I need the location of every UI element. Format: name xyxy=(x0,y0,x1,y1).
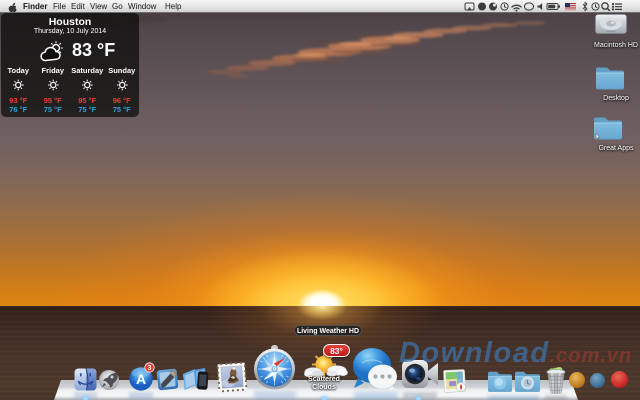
svg-text:3: 3 xyxy=(148,365,152,372)
